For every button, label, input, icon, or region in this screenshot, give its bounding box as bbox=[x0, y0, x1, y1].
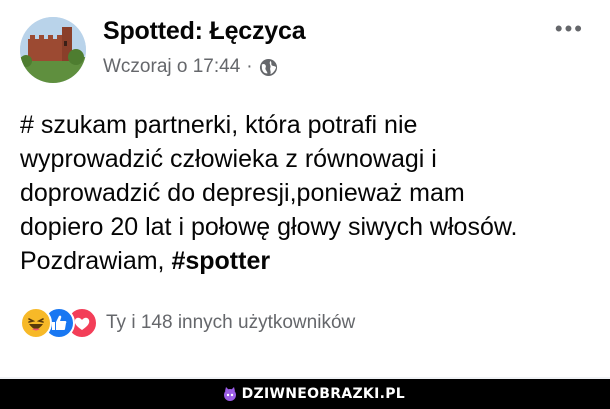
post-text-line: Pozdrawiam, bbox=[20, 247, 172, 275]
post-meta: Wczoraj o 17:44 · bbox=[103, 56, 278, 78]
post-text-line: # szukam partnerki, która potrafi nie bbox=[20, 111, 418, 139]
meta-separator: · bbox=[246, 56, 253, 77]
post-card: Spotted: Łęczyca Wczoraj o 17:44 · ••• #… bbox=[0, 0, 610, 378]
castle-photo-icon bbox=[20, 17, 86, 83]
reactions-summary[interactable]: Ty i 148 innych użytkowników bbox=[106, 312, 355, 334]
globe-icon bbox=[259, 58, 277, 76]
post-timestamp[interactable]: Wczoraj o 17:44 bbox=[103, 56, 240, 78]
cat-logo-icon bbox=[223, 387, 236, 401]
more-options-button[interactable]: ••• bbox=[555, 16, 584, 42]
page-avatar[interactable] bbox=[20, 17, 86, 83]
haha-icon bbox=[20, 307, 52, 339]
post-text-line: doprowadzić do depresji,ponieważ mam bbox=[20, 179, 465, 207]
reactions-bar[interactable]: Ty i 148 innych użytkowników bbox=[20, 307, 355, 339]
hashtag-link[interactable]: #spotter bbox=[171, 247, 270, 275]
post-text-last-line: Pozdrawiam, #spotter bbox=[20, 244, 595, 278]
watermark-bar: DZIWNEOBRAZKI.PL bbox=[0, 379, 610, 409]
post-text-line: dopiero 20 lat i połowę głowy siwych wło… bbox=[20, 213, 518, 241]
post-text: # szukam partnerki, która potrafi nie wy… bbox=[20, 108, 595, 278]
watermark: DZIWNEOBRAZKI.PL bbox=[222, 386, 405, 402]
post-text-line: wyprowadzić człowieka z równowagi i bbox=[20, 145, 437, 173]
page-name[interactable]: Spotted: Łęczyca bbox=[103, 17, 306, 46]
watermark-text: DZIWNEOBRAZKI.PL bbox=[241, 386, 405, 402]
